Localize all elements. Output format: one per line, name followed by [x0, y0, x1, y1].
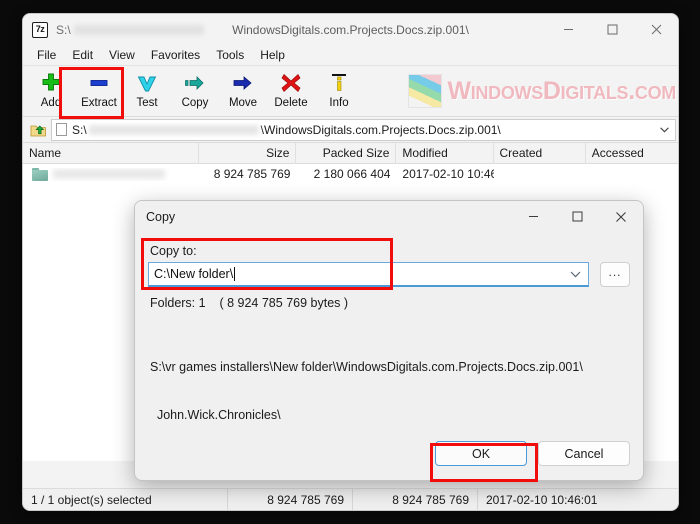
status-selection: 1 / 1 object(s) selected — [23, 488, 228, 510]
toolbar-label-delete: Delete — [274, 97, 308, 109]
copy-to-input[interactable]: C:\New folder\ — [148, 262, 589, 287]
dialog-window-controls — [511, 201, 643, 232]
cell-modified: 2017-02-10 10:46 — [402, 167, 494, 181]
source-paths: S:\vr games installers\New folder\Window… — [150, 327, 630, 455]
column-header-packed-size[interactable]: Packed Size — [296, 142, 397, 164]
arrow-right-icon — [232, 70, 254, 96]
toolbar-button-test[interactable]: Test — [123, 66, 171, 115]
toolbar-label-copy: Copy — [181, 97, 209, 109]
watermark-logo-icon — [408, 74, 443, 108]
folders-info-text: Folders: 1 ( 8 924 785 769 bytes ) — [150, 296, 349, 310]
toolbar-button-extract[interactable]: Extract — [75, 66, 123, 115]
column-header-modified[interactable]: Modified — [396, 142, 494, 164]
menu-bar: File Edit View Favorites Tools Help — [23, 45, 678, 66]
titlebar-path-prefix: S:\ — [56, 23, 207, 37]
status-modified: 2017-02-10 10:46:01 — [486, 492, 598, 507]
redacted-path-segment — [73, 25, 204, 36]
toolbar-button-delete[interactable]: Delete — [267, 66, 315, 115]
toolbar-button-move[interactable]: Move — [219, 66, 267, 115]
status-size: 8 924 785 769 — [228, 488, 353, 510]
status-packed-size: 8 924 785 769 — [353, 488, 478, 510]
toolbar-label-test: Test — [136, 97, 158, 109]
minus-bar-icon — [88, 70, 110, 96]
dialog-titlebar: Copy — [135, 201, 643, 232]
menu-item-view[interactable]: View — [101, 47, 143, 63]
column-header-size[interactable]: Size — [199, 142, 297, 164]
toolbar-button-add[interactable]: Add — [27, 66, 75, 115]
dialog-title: Copy — [146, 209, 176, 224]
cancel-button[interactable]: Cancel — [538, 441, 630, 466]
cell-size: 8 924 785 769 — [213, 167, 291, 181]
x-cross-icon — [280, 70, 302, 96]
toolbar-label-add: Add — [40, 97, 62, 109]
window-controls — [546, 14, 678, 45]
screenshot-root: 7z S:\ WindowsDigitals.com.Projects.Docs… — [0, 0, 700, 524]
source-path-line-1: S:\vr games installers\New folder\Window… — [150, 360, 583, 374]
menu-item-file[interactable]: File — [29, 47, 64, 63]
redacted-file-name — [53, 169, 165, 179]
cell-packed-size: 2 180 066 404 — [313, 167, 391, 181]
column-header-accessed[interactable]: Accessed — [586, 143, 678, 164]
minimize-icon[interactable] — [546, 14, 590, 45]
column-header-created[interactable]: Created — [494, 142, 586, 164]
chevron-down-icon[interactable] — [660, 120, 669, 140]
archive-file-icon — [56, 123, 67, 136]
ok-button[interactable]: OK — [435, 441, 527, 466]
up-folder-icon[interactable] — [27, 119, 49, 141]
copy-to-value: C:\New folder\ — [154, 267, 234, 281]
arrow-right-dashed-icon — [184, 70, 206, 96]
dialog-body: Copy to: C:\New folder\ ... Folders: 1 (… — [135, 232, 643, 455]
address-path: S:\ \WindowsDigitals.com.Projects.Docs.zi… — [72, 123, 501, 137]
site-watermark: WindowsDigitals.com — [408, 67, 676, 115]
dialog-close-icon[interactable] — [599, 201, 643, 232]
browse-button[interactable]: ... — [600, 262, 630, 287]
plus-icon — [40, 70, 62, 96]
address-bar: S:\ \WindowsDigitals.com.Projects.Docs.zi… — [23, 117, 678, 143]
checkmark-icon — [136, 70, 158, 96]
address-archive-name: \WindowsDigitals.com.Projects.Docs.zip.0… — [260, 122, 501, 137]
info-i-icon — [328, 70, 350, 96]
copy-to-row: C:\New folder\ ... — [148, 262, 630, 287]
menu-item-favorites[interactable]: Favorites — [143, 47, 208, 63]
seven-zip-app-icon: 7z — [32, 21, 48, 38]
text-cursor — [234, 267, 236, 281]
toolbar-button-info[interactable]: Info — [315, 66, 363, 115]
toolbar-label-move: Move — [228, 97, 258, 109]
close-icon[interactable] — [634, 14, 678, 45]
folder-icon — [32, 167, 48, 181]
copy-dialog: Copy Copy to: C:\New folder\ ... Folders… — [134, 200, 644, 481]
dialog-footer: OK Cancel — [435, 441, 630, 466]
toolbar: Add Extract Test Copy Move Delete Info W… — [23, 66, 678, 117]
menu-item-tools[interactable]: Tools — [208, 47, 252, 63]
address-drive: S:\ — [72, 122, 87, 137]
dialog-minimize-icon[interactable] — [511, 201, 555, 232]
toolbar-label-extract: Extract — [81, 97, 117, 109]
toolbar-button-copy[interactable]: Copy — [171, 66, 219, 115]
column-header-name[interactable]: Name — [23, 142, 200, 164]
table-row[interactable]: 8 924 785 769 2 180 066 404 2017-02-10 1… — [23, 164, 678, 184]
redacted-address-segment — [88, 125, 259, 136]
menu-item-edit[interactable]: Edit — [64, 47, 101, 63]
chevron-down-icon[interactable] — [570, 263, 581, 285]
dialog-maximize-icon[interactable] — [555, 201, 599, 232]
menu-item-help[interactable]: Help — [252, 47, 293, 63]
watermark-text: WindowsDigitals.com — [447, 76, 676, 105]
toolbar-label-info: Info — [329, 97, 349, 109]
source-path-line-2: John.Wick.Chronicles\ — [150, 408, 281, 422]
window-titlebar: 7z S:\ WindowsDigitals.com.Projects.Docs… — [23, 14, 678, 45]
titlebar-drive: S:\ — [56, 22, 71, 37]
maximize-icon[interactable] — [590, 14, 634, 45]
file-list-header: Name Size Packed Size Modified Created A… — [23, 142, 678, 164]
copy-to-label: Copy to: — [150, 244, 197, 258]
address-combo-box[interactable]: S:\ \WindowsDigitals.com.Projects.Docs.zi… — [51, 118, 676, 141]
status-bar: 1 / 1 object(s) selected 8 924 785 769 8… — [23, 488, 678, 510]
